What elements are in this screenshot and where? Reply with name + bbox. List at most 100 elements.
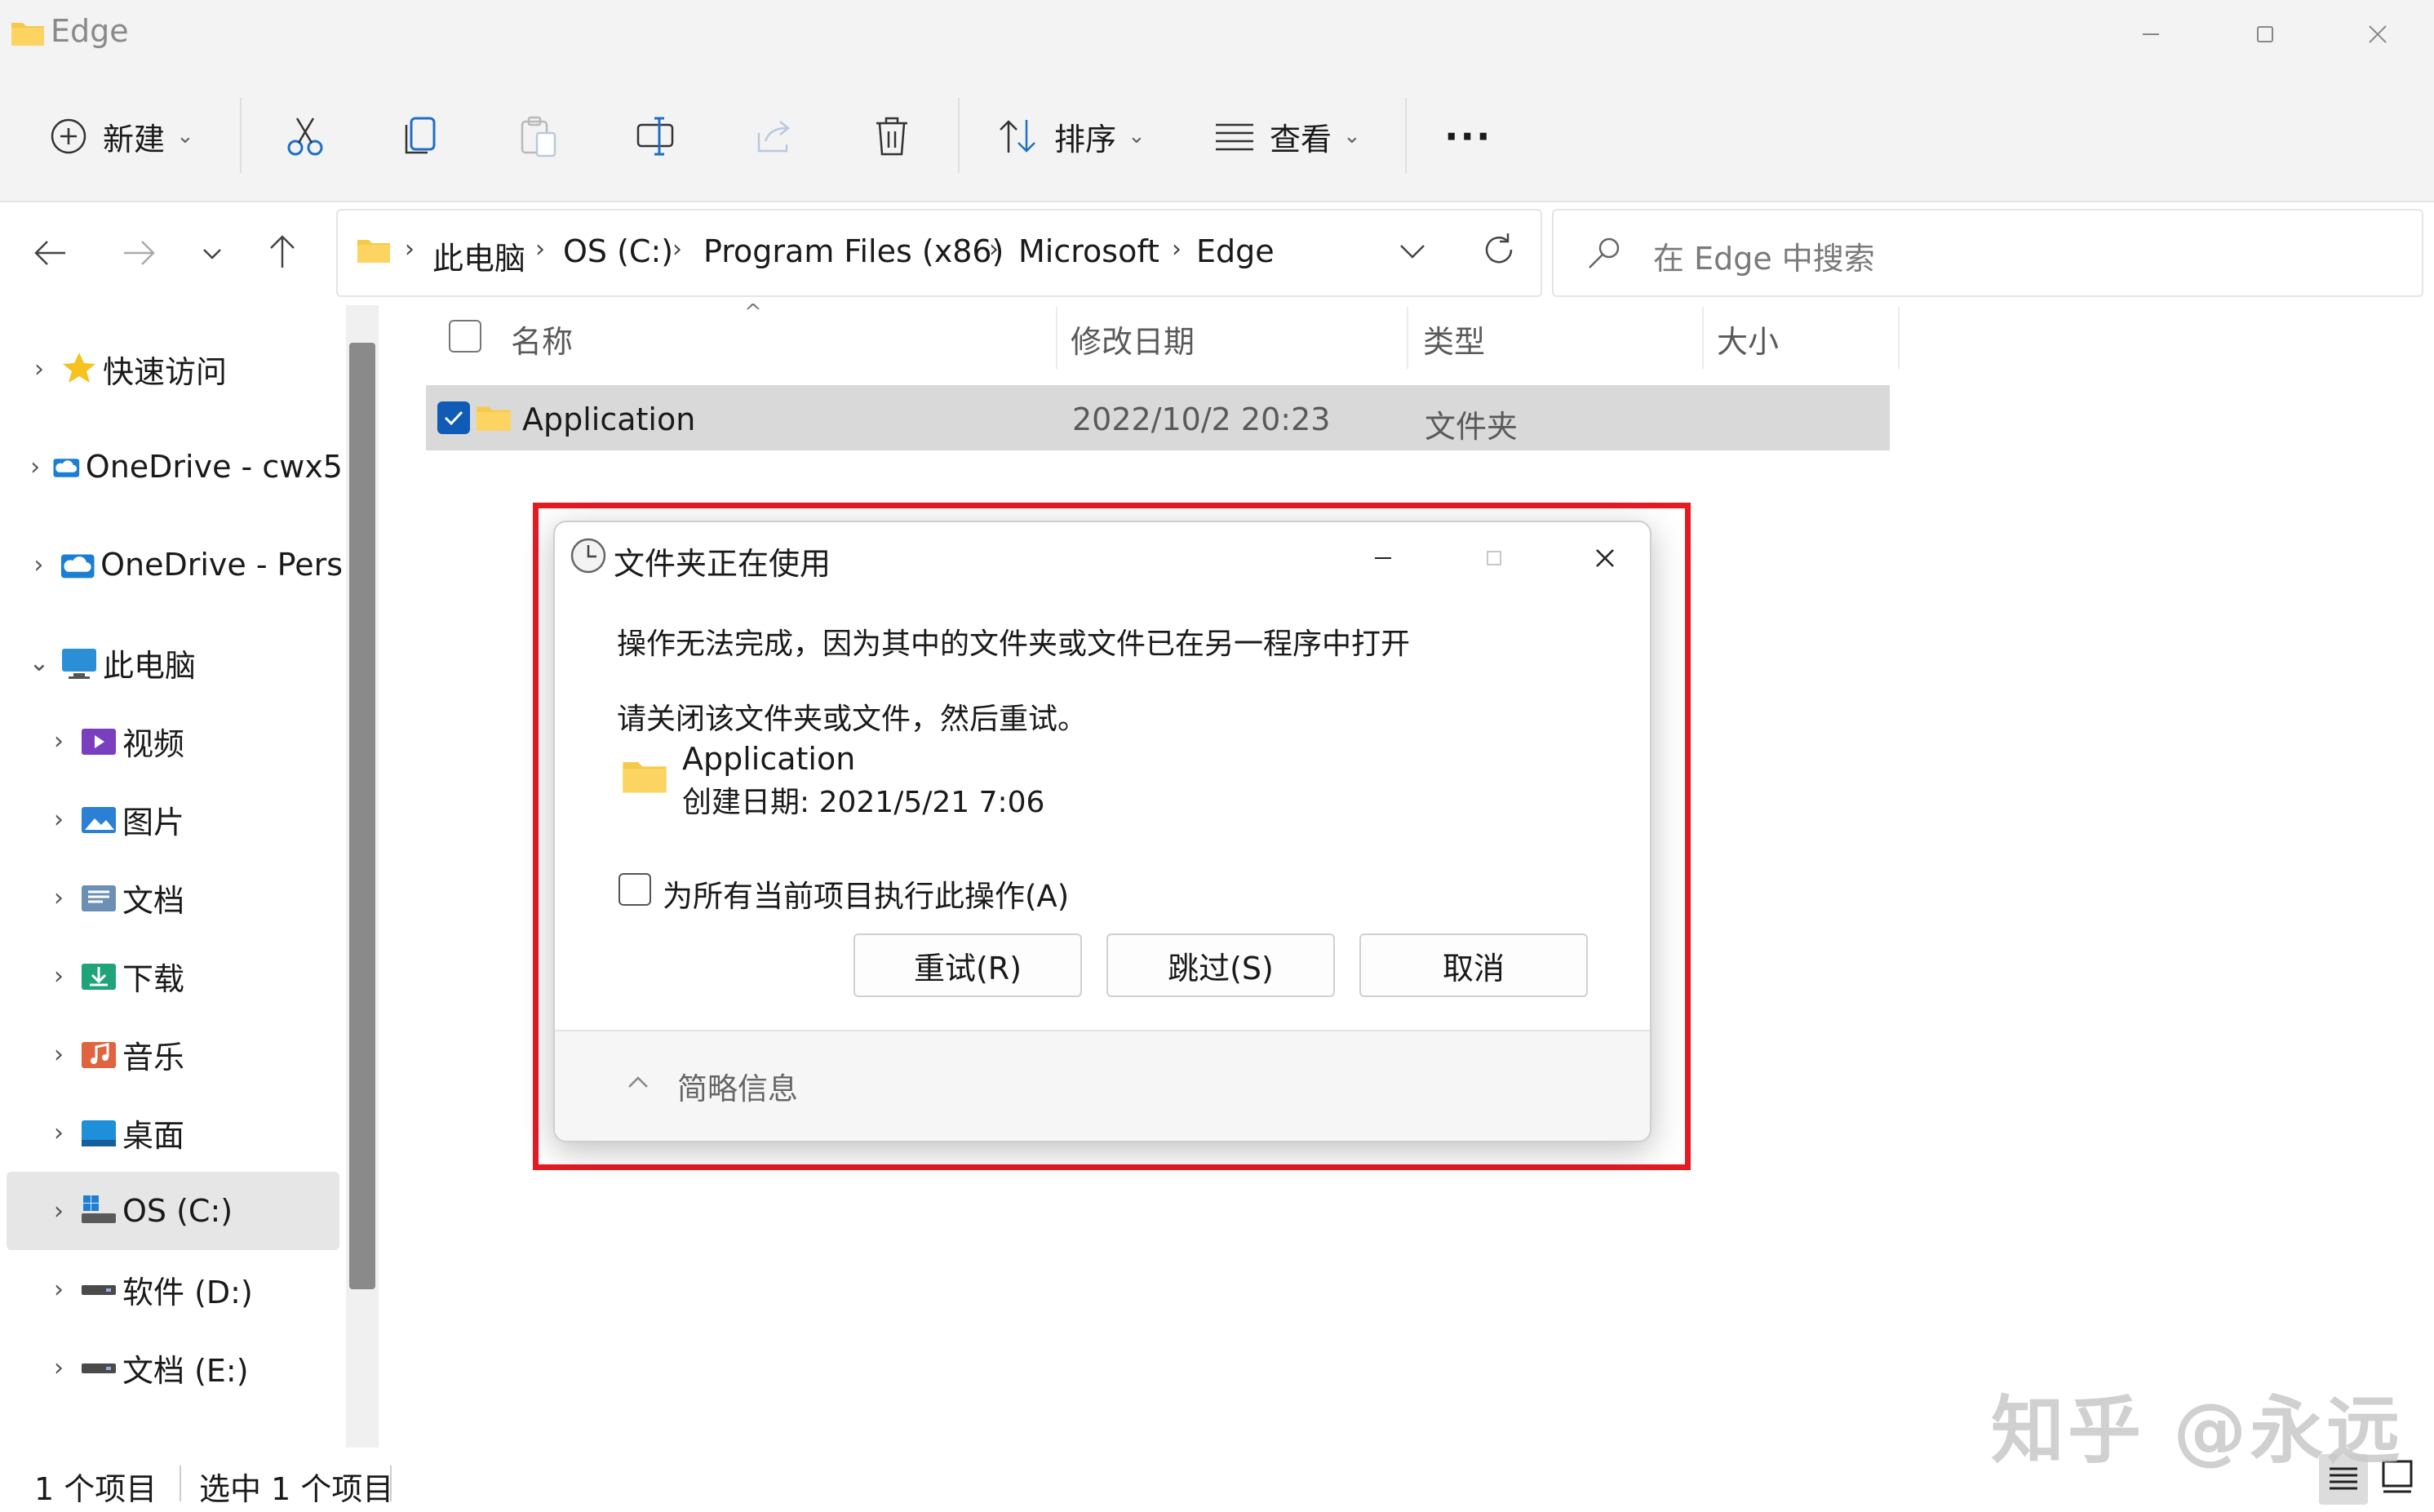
expand-arrow-icon[interactable]: › (23, 453, 47, 481)
expand-arrow-icon[interactable]: › (42, 1354, 75, 1382)
collapse-arrow-icon[interactable]: ⌄ (23, 649, 55, 677)
breadcrumb-edge[interactable]: Edge (1196, 233, 1275, 269)
breadcrumb-separator: › (672, 235, 682, 264)
close-icon (1596, 549, 1614, 567)
nav-item-label: 快速访问 (103, 353, 228, 390)
dialog-minimize-button[interactable] (1361, 540, 1405, 576)
up-button[interactable] (266, 233, 299, 269)
sort-label: 排序 (1054, 121, 1117, 157)
expand-arrow-icon[interactable]: › (42, 884, 75, 912)
expand-arrow-icon[interactable]: › (42, 962, 75, 991)
breadcrumb-this-pc[interactable]: 此电脑 (432, 233, 525, 278)
search-box[interactable]: 在 Edge 中搜索 (1552, 209, 2423, 297)
breadcrumb-program-files[interactable]: Program Files (x86) (703, 233, 1004, 269)
nav-item-desktop[interactable]: › 桌面 (0, 1093, 343, 1172)
windows-drive-icon (82, 1195, 116, 1223)
more-options-button[interactable]: ··· (1444, 100, 1492, 173)
column-divider[interactable] (1898, 307, 1900, 369)
folder-icon (10, 18, 46, 47)
chevron-down-icon: ⌄ (1343, 124, 1361, 149)
column-header-size[interactable]: 大小 (1717, 317, 1779, 361)
refresh-icon (1485, 233, 1513, 264)
toolbar-divider (240, 98, 242, 173)
select-all-checkbox[interactable] (449, 320, 481, 353)
nav-item-label: 文档 (E:) (122, 1352, 249, 1389)
expand-arrow-icon[interactable]: › (42, 1275, 75, 1304)
retry-button[interactable]: 重试(R) (853, 933, 1082, 997)
maximize-button[interactable] (2241, 15, 2290, 54)
breadcrumb-os-c[interactable]: OS (C:) (563, 233, 673, 269)
nav-item-videos[interactable]: › 视频 (0, 702, 343, 780)
arrow-up-icon (270, 235, 295, 268)
expand-arrow-icon[interactable]: › (42, 805, 75, 834)
copy-button[interactable] (403, 100, 439, 173)
share-button[interactable] (754, 100, 793, 173)
close-button[interactable] (2353, 15, 2402, 54)
nav-item-music[interactable]: › 音乐 (0, 1015, 343, 1093)
fewer-details-toggle[interactable]: 简略信息 (677, 1064, 798, 1108)
expand-arrow-icon[interactable]: › (42, 1197, 75, 1226)
back-button[interactable] (33, 237, 69, 269)
scissors-icon (287, 118, 323, 156)
paste-button[interactable] (519, 100, 558, 173)
dialog-close-button[interactable] (1583, 540, 1627, 576)
nav-item-onedrive-work[interactable]: › OneDrive - cwx5 (0, 428, 343, 506)
status-item-count: 1 个项目 (34, 1471, 157, 1507)
search-input[interactable]: 在 Edge 中搜索 (1653, 233, 1875, 278)
file-type: 文件夹 (1425, 409, 1518, 445)
column-divider[interactable] (1702, 307, 1704, 369)
column-header-modified[interactable]: 修改日期 (1071, 317, 1195, 361)
nav-item-drive-e[interactable]: › 文档 (E:) (0, 1328, 343, 1407)
plus-circle-icon (51, 118, 86, 154)
nav-item-quick-access[interactable]: › 快速访问 (0, 330, 343, 408)
apply-to-all-label[interactable]: 为所有当前项目执行此操作(A) (663, 871, 1069, 916)
nav-item-documents[interactable]: › 文档 (0, 858, 343, 937)
trash-icon (876, 117, 907, 156)
address-history-button[interactable] (1399, 240, 1426, 263)
column-header-name[interactable]: 名称 (511, 317, 573, 361)
dialog-title: 文件夹正在使用 (614, 546, 831, 582)
expand-arrow-icon[interactable]: › (42, 727, 75, 756)
delete-button[interactable] (873, 100, 911, 173)
window-title: Edge (51, 13, 129, 49)
cancel-button[interactable]: 取消 (1359, 933, 1588, 997)
rename-button[interactable] (635, 100, 677, 173)
watermark: 知乎 @永远 (1991, 1388, 2404, 1474)
nav-item-drive-d[interactable]: › 软件 (D:) (0, 1250, 343, 1328)
view-button[interactable]: 查看 ⌄ (1214, 100, 1361, 173)
column-divider[interactable] (1407, 307, 1408, 369)
breadcrumb-separator: › (989, 235, 999, 264)
nav-scrollbar-thumb[interactable] (349, 343, 375, 1289)
nav-item-pictures[interactable]: › 图片 (0, 780, 343, 858)
documents-folder-icon (82, 885, 116, 911)
sort-button[interactable]: 排序 ⌄ (997, 100, 1146, 173)
column-divider[interactable] (1056, 307, 1057, 369)
skip-button[interactable]: 跳过(S) (1106, 933, 1335, 997)
nav-item-this-pc[interactable]: ⌄ 此电脑 (0, 623, 343, 702)
expand-arrow-icon[interactable]: › (42, 1040, 75, 1069)
column-header-type[interactable]: 类型 (1423, 317, 1485, 361)
nav-item-os-c[interactable]: › OS (C:) (7, 1172, 339, 1250)
refresh-button[interactable] (1480, 232, 1518, 269)
apply-to-all-checkbox[interactable] (618, 873, 651, 906)
address-bar[interactable]: › 此电脑 › OS (C:) › Program Files (x86) › … (336, 209, 1542, 297)
expand-arrow-icon[interactable]: › (23, 551, 55, 579)
dialog-maximize-button[interactable] (1472, 540, 1516, 576)
arrow-left-icon (34, 241, 65, 265)
new-button[interactable]: 新建 ⌄ (49, 100, 194, 173)
nav-item-onedrive-personal[interactable]: › OneDrive - Pers (0, 525, 343, 604)
expand-arrow-icon[interactable]: › (23, 355, 55, 384)
file-row[interactable]: Application 2022/10/2 20:23 文件夹 (426, 385, 1890, 450)
chevron-up-icon[interactable] (627, 1074, 650, 1090)
view-label: 查看 (1270, 121, 1332, 157)
breadcrumb-microsoft[interactable]: Microsoft (1018, 233, 1159, 269)
onedrive-icon (53, 459, 80, 477)
cut-button[interactable] (286, 100, 325, 173)
minimize-button[interactable] (2126, 15, 2175, 54)
row-checkbox-checked[interactable] (437, 401, 470, 434)
forward-button[interactable] (121, 237, 157, 269)
expand-arrow-icon[interactable]: › (42, 1119, 75, 1147)
recent-locations-button[interactable] (201, 242, 224, 264)
dialog-message-1: 操作无法完成，因为其中的文件夹或文件已在另一程序中打开 (617, 627, 1411, 661)
nav-item-downloads[interactable]: › 下载 (0, 937, 343, 1015)
